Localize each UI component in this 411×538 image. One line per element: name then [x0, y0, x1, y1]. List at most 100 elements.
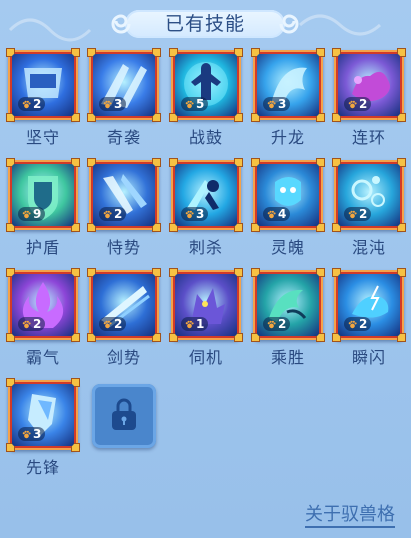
skill-level: 3	[278, 97, 287, 111]
skill-art-frame: 2	[12, 274, 74, 336]
skill-card[interactable]: 2	[332, 268, 406, 342]
skill-art-frame: 3	[257, 54, 319, 116]
paw-icon	[348, 320, 357, 328]
skill-level: 2	[278, 317, 287, 331]
skill-name: 混沌	[351, 238, 386, 257]
skill-art-frame: 3	[93, 54, 155, 116]
paw-icon	[22, 210, 31, 218]
skill-cell[interactable]: 2 剑势	[87, 268, 161, 370]
skill-art-frame: 2	[12, 54, 74, 116]
skill-level-badge: 4	[263, 207, 291, 221]
paw-icon	[348, 100, 357, 108]
skill-level: 3	[114, 97, 123, 111]
skill-art-frame: 9	[12, 164, 74, 226]
curl-ornament-icon	[279, 14, 299, 34]
skill-level: 2	[114, 317, 123, 331]
paw-icon	[185, 320, 194, 328]
skill-cell[interactable]: 9 护盾	[6, 158, 80, 260]
skill-cell[interactable]: 2 瞬闪	[332, 268, 406, 370]
skill-level-badge: 3	[263, 97, 291, 111]
about-beast-grid-link[interactable]: 关于驭兽格	[305, 504, 395, 528]
skill-art-frame: 2	[93, 274, 155, 336]
skill-cell[interactable]: 4 灵魄	[251, 158, 325, 260]
skill-card[interactable]: 9	[6, 158, 80, 232]
skill-level: 2	[33, 317, 42, 331]
skill-level: 2	[359, 207, 368, 221]
skill-art-frame: 2	[257, 274, 319, 336]
skill-level-badge: 9	[18, 207, 46, 221]
skill-cell[interactable]: 3 奇袭	[87, 48, 161, 150]
skill-cell[interactable]: 3 刺杀	[169, 158, 243, 260]
skill-level-badge: 2	[344, 207, 372, 221]
skill-card[interactable]: 1	[169, 268, 243, 342]
skill-level: 2	[359, 317, 368, 331]
locked-skill-slot[interactable]	[92, 384, 156, 448]
skill-cell[interactable]: 2 霸气	[6, 268, 80, 370]
skill-art-frame: 1	[175, 274, 237, 336]
paw-icon	[185, 100, 194, 108]
skill-level-badge: 2	[263, 317, 291, 331]
skill-card[interactable]: 2	[87, 158, 161, 232]
skill-level-badge: 2	[18, 97, 46, 111]
skill-level-badge: 3	[99, 97, 127, 111]
page-title: 已有技能	[164, 13, 245, 35]
skill-level: 3	[196, 207, 205, 221]
skill-cell[interactable]: 5 战鼓	[169, 48, 243, 150]
skill-cell[interactable]: 2 乘胜	[251, 268, 325, 370]
skill-name: 伺机	[188, 348, 223, 367]
skill-level: 1	[196, 317, 205, 331]
paw-icon	[348, 210, 357, 218]
skill-card[interactable]: 2	[6, 268, 80, 342]
paw-icon	[103, 320, 112, 328]
paw-icon	[22, 100, 31, 108]
paw-icon	[22, 430, 31, 438]
skill-art-frame: 4	[257, 164, 319, 226]
skill-card[interactable]: 3	[6, 378, 80, 452]
skill-card[interactable]: 3	[169, 158, 243, 232]
skill-level: 4	[278, 207, 287, 221]
skill-cell[interactable]: 2 坚守	[6, 48, 80, 150]
skill-cell[interactable]: 2 恃势	[87, 158, 161, 260]
skill-name: 灵魄	[270, 238, 305, 257]
skill-level-badge: 3	[18, 427, 46, 441]
skill-art-frame: 5	[175, 54, 237, 116]
skill-cell[interactable]: 1 伺机	[169, 268, 243, 370]
skill-card[interactable]: 3	[87, 48, 161, 122]
skill-level: 2	[114, 207, 123, 221]
paw-icon	[22, 320, 31, 328]
skill-art-frame: 2	[338, 54, 400, 116]
skill-art-frame: 3	[175, 164, 237, 226]
skill-level-badge: 2	[99, 207, 127, 221]
skill-card[interactable]: 2	[332, 48, 406, 122]
skill-card[interactable]: 2	[87, 268, 161, 342]
skill-art-frame: 2	[93, 164, 155, 226]
skill-level: 3	[33, 427, 42, 441]
skill-name: 乘胜	[270, 348, 305, 367]
skill-name: 护盾	[25, 238, 60, 257]
skill-level: 2	[33, 97, 42, 111]
skill-cell[interactable]: 3 升龙	[251, 48, 325, 150]
skill-name: 恃势	[106, 238, 141, 257]
skill-art-frame: 2	[338, 274, 400, 336]
skill-level: 2	[359, 97, 368, 111]
paw-icon	[185, 210, 194, 218]
skill-level-badge: 3	[181, 207, 209, 221]
title-banner: 已有技能	[111, 10, 299, 38]
skill-cell[interactable]: 2 混沌	[332, 158, 406, 260]
skill-art-frame: 2	[338, 164, 400, 226]
skill-card[interactable]: 2	[251, 268, 325, 342]
skill-cell[interactable]: 2 连环	[332, 48, 406, 150]
skills-panel: 已有技能 2 坚守 3 奇袭 5 战鼓 3 升龙 2 连环 9 护盾 2 恃势 3 刺杀 4 灵魄 2 混沌 2 霸气 2 剑…	[0, 0, 411, 538]
paw-icon	[267, 210, 276, 218]
skill-card[interactable]: 4	[251, 158, 325, 232]
skill-cell[interactable]: 3 先锋	[6, 378, 80, 480]
skill-card[interactable]: 2	[6, 48, 80, 122]
skill-grid: 2 坚守 3 奇袭 5 战鼓 3 升龙 2 连环 9 护盾 2 恃势 3 刺杀 4 灵魄 2 混沌 2 霸气 2 剑势 1 伺机 2…	[0, 46, 411, 486]
skill-level: 9	[33, 207, 42, 221]
lock-icon	[112, 398, 136, 430]
skill-level-badge: 2	[99, 317, 127, 331]
skill-name: 升龙	[270, 128, 305, 147]
skill-card[interactable]: 2	[332, 158, 406, 232]
skill-card[interactable]: 3	[251, 48, 325, 122]
skill-card[interactable]: 5	[169, 48, 243, 122]
